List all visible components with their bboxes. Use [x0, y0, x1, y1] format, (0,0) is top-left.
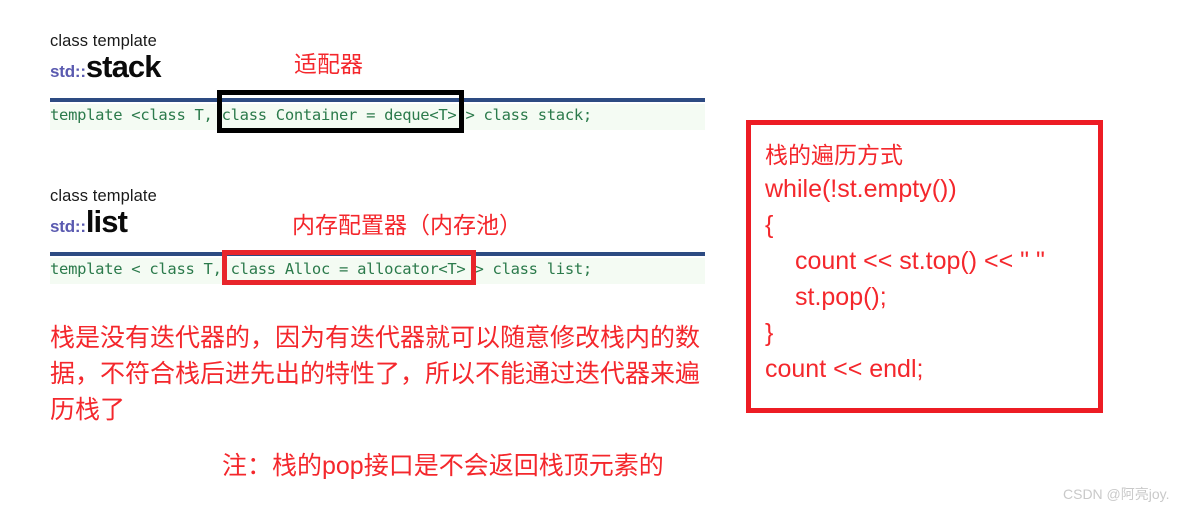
title-list: std::list	[50, 204, 157, 240]
paragraph-line: 栈是没有迭代器的，因为有迭代器就可以随意修改栈内的数	[50, 324, 701, 352]
reference-block-stack: class template std::stack	[50, 32, 162, 85]
class-name-stack: stack	[85, 49, 162, 85]
title-stack: std::stack	[50, 49, 162, 85]
kind-label-list: class template	[50, 187, 157, 205]
slide-canvas: class template std::stack 适配器 template <…	[0, 0, 1193, 510]
code-line-count-top: count << st.top() << " "	[795, 247, 1045, 275]
namespace-prefix-stack: std::	[50, 62, 86, 82]
csdn-watermark: CSDN @阿亮joy.	[1063, 486, 1170, 502]
code-line-endl: count << endl;	[765, 355, 924, 383]
code-line-close-brace: }	[765, 319, 774, 347]
annotation-adapter: 适配器	[294, 51, 363, 77]
highlight-box-container-param	[217, 90, 464, 133]
paragraph-line: 历栈了	[50, 396, 126, 424]
code-line-open-brace: {	[765, 211, 774, 239]
kind-label-stack: class template	[50, 32, 157, 50]
explanation-paragraph: 栈是没有迭代器的，因为有迭代器就可以随意修改栈内的数 据，不符合栈后进先出的特性…	[50, 320, 700, 428]
annotation-allocator: 内存配置器（内存池）	[292, 212, 522, 238]
paragraph-line: 据，不符合栈后进先出的特性了，所以不能通过迭代器来遍	[50, 360, 701, 388]
namespace-prefix-list: std::	[50, 217, 86, 237]
footnote-pop-behavior: 注：栈的pop接口是不会返回栈顶元素的	[222, 452, 664, 480]
code-line-title: 栈的遍历方式	[765, 142, 903, 168]
code-line-while: while(!st.empty())	[765, 175, 957, 203]
highlight-box-alloc-param	[222, 250, 476, 285]
reference-block-list: class template std::list	[50, 187, 157, 239]
code-example-panel: 栈的遍历方式 while(!st.empty()) { count << st.…	[746, 120, 1103, 413]
code-line-pop: st.pop();	[795, 283, 887, 311]
class-name-list: list	[85, 204, 128, 240]
code-example-body: 栈的遍历方式 while(!st.empty()) { count << st.…	[751, 125, 1098, 387]
